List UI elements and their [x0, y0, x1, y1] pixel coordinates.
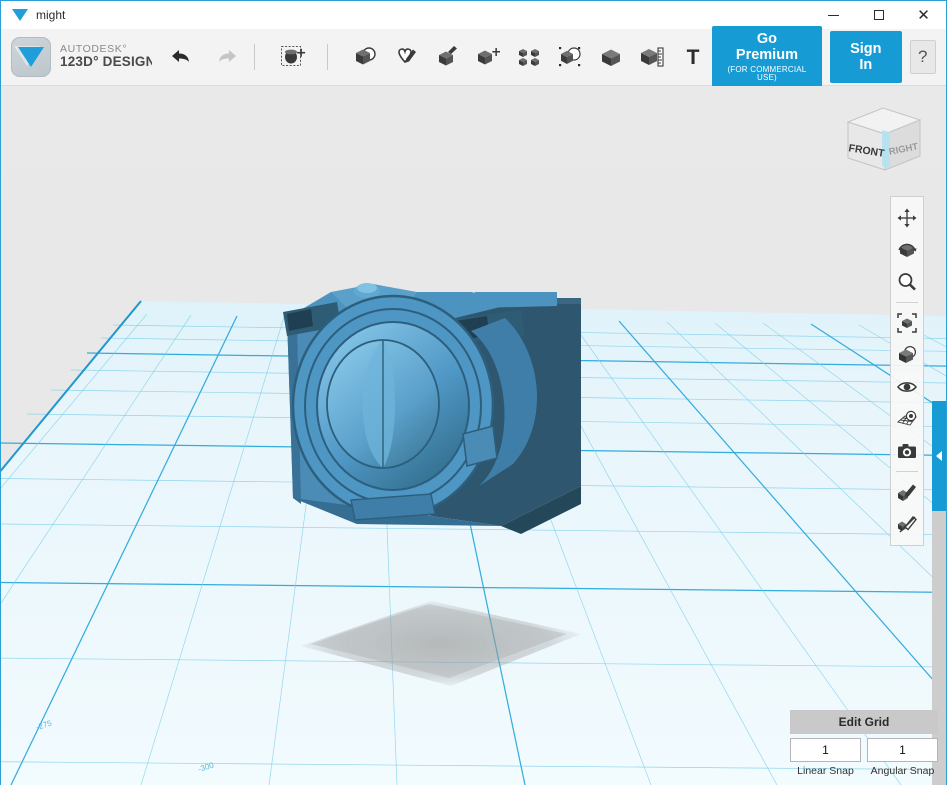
logo-triangle-icon	[18, 47, 44, 67]
rail-divider-1	[896, 302, 918, 303]
chevron-left-icon	[936, 451, 942, 461]
camera-3d-model	[283, 283, 581, 534]
undo-redo-group	[168, 44, 240, 70]
angular-snap-group: Angular Snap	[867, 738, 938, 777]
application-window: might ✕ AUTODESK° 123D° DESIGN T Go Prem…	[0, 0, 947, 785]
zoom-magnifier-icon[interactable]	[892, 267, 922, 297]
window-title: might	[36, 8, 66, 22]
angular-snap-label: Angular Snap	[870, 765, 935, 777]
account-actions: Go Premium (FOR COMMERCIAL USE) Sign In …	[711, 25, 946, 89]
edit-grid-button[interactable]: Edit Grid	[790, 710, 938, 734]
brand-line-123d-design: 123D° DESIGN	[60, 54, 152, 70]
construct-extrude-icon[interactable]	[428, 37, 466, 77]
snap-fields: Linear Snap Angular Snap	[790, 738, 938, 777]
angular-snap-input[interactable]	[867, 738, 938, 762]
grid-settings-panel: Edit Grid Linear Snap Angular Snap	[790, 710, 938, 777]
visibility-eye-icon[interactable]	[892, 372, 922, 402]
orbit-rotate-icon[interactable]	[892, 235, 922, 265]
redo-arrow-icon[interactable]	[214, 44, 240, 70]
linear-snap-input[interactable]	[790, 738, 861, 762]
modeling-tools-group: T	[346, 37, 712, 77]
go-premium-subtitle: (FOR COMMERCIAL USE)	[727, 64, 807, 83]
svg-text:T: T	[686, 46, 699, 69]
combine-boolean-icon[interactable]	[551, 37, 589, 77]
grid-snap-icon[interactable]	[892, 404, 922, 434]
display-style-cube-icon[interactable]	[892, 340, 922, 370]
go-premium-button[interactable]: Go Premium (FOR COMMERCIAL USE)	[711, 25, 823, 89]
scene-canvas: -275 -300 -325	[1, 86, 946, 785]
view-orientation-cube[interactable]: FRONT RIGHT	[838, 100, 928, 178]
transform-group	[275, 37, 313, 77]
help-button[interactable]: ?	[909, 40, 936, 74]
measure-ruler-icon[interactable]	[633, 37, 671, 77]
camera-snapshot-icon[interactable]	[892, 436, 922, 466]
undo-arrow-icon[interactable]	[168, 44, 194, 70]
fit-to-view-icon[interactable]	[892, 308, 922, 338]
view-tools-rail	[890, 196, 924, 546]
grouping-cube-icon[interactable]	[592, 37, 630, 77]
linear-snap-label: Linear Snap	[797, 765, 854, 777]
main-toolbar: AUTODESK° 123D° DESIGN T Go Premium (FOR…	[1, 25, 946, 89]
autodesk-triangle-icon	[12, 9, 28, 21]
transform-move-icon[interactable]	[275, 37, 313, 77]
toolbar-divider-2	[326, 44, 328, 70]
modify-cube-plus-icon[interactable]	[469, 37, 507, 77]
material-paint-icon[interactable]	[892, 477, 922, 507]
title-bar-left: might	[1, 8, 65, 22]
linear-snap-group: Linear Snap	[790, 738, 861, 777]
app-branding: AUTODESK° 123D° DESIGN	[1, 37, 152, 77]
sketch-pencil-icon[interactable]	[387, 37, 425, 77]
rail-divider-2	[896, 471, 918, 472]
go-premium-title: Go Premium	[735, 30, 798, 63]
text-t-icon[interactable]: T	[674, 37, 712, 77]
pattern-four-cubes-icon[interactable]	[510, 37, 548, 77]
autodesk-123d-logo[interactable]	[11, 37, 51, 77]
pan-move-icon[interactable]	[892, 203, 922, 233]
expand-panel-tab[interactable]	[932, 401, 946, 511]
effects-paint-icon[interactable]	[892, 509, 922, 539]
sign-in-button[interactable]: Sign In	[830, 31, 902, 83]
3d-viewport[interactable]: -275 -300 -325 FRONT RIGHT	[1, 86, 946, 785]
toolbar-divider-1	[254, 44, 255, 70]
primitives-cube-sphere-icon[interactable]	[346, 37, 384, 77]
brand-text: AUTODESK° 123D° DESIGN	[60, 44, 152, 69]
